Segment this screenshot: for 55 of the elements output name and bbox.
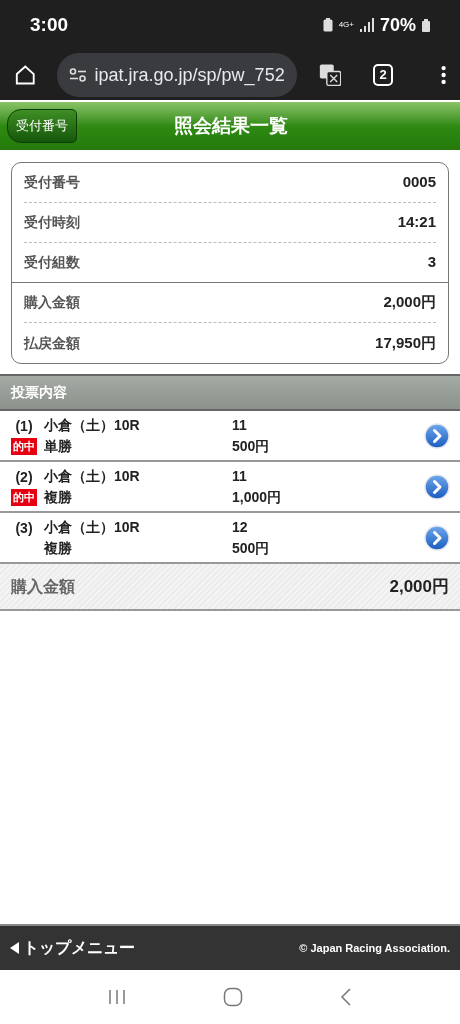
summary-label: 受付組数: [24, 253, 80, 272]
home-nav-icon[interactable]: [223, 987, 243, 1007]
status-time: 3:00: [30, 12, 69, 37]
page-title: 照会結果一覧: [174, 113, 288, 138]
bet-number: (2): [15, 468, 33, 487]
summary-value: 2,000円: [383, 292, 436, 313]
chevron-right-icon[interactable]: [424, 524, 450, 551]
signal-icon: [359, 18, 374, 32]
hit-badge: 的中: [11, 489, 37, 506]
summary-value: 3: [427, 252, 436, 273]
recent-apps-icon[interactable]: [108, 989, 127, 1005]
url-text[interactable]: ipat.jra.go.jp/sp/pw_752: [94, 61, 285, 89]
horse-number: 11: [232, 466, 248, 486]
network-type: 4G+: [338, 21, 354, 29]
back-button[interactable]: 受付番号: [7, 109, 77, 143]
bet-amount: 500円: [232, 538, 271, 558]
summary-label: 払戻金額: [24, 333, 80, 353]
back-nav-icon[interactable]: [339, 988, 352, 1006]
tab-count-button[interactable]: 2: [373, 64, 393, 86]
site-settings-icon[interactable]: [68, 68, 87, 82]
race-name: 小倉（土）10R: [44, 517, 141, 537]
bet-number: (1): [15, 417, 33, 436]
summary-label: 受付時刻: [24, 213, 80, 232]
summary-value: 0005: [402, 172, 436, 193]
top-menu-link[interactable]: トップメニュー: [10, 936, 135, 960]
translate-icon[interactable]: [318, 62, 342, 88]
bet-row[interactable]: (1) 的中 小倉（土）10R 単勝 11 500円: [0, 411, 460, 462]
race-name: 小倉（土）10R: [44, 415, 141, 435]
total-label: 購入金額: [11, 576, 75, 597]
summary-label: 受付番号: [24, 173, 80, 192]
battery-saver-icon: [322, 18, 333, 32]
bet-type: 複勝: [44, 538, 73, 558]
horse-number: 12: [232, 517, 249, 537]
summary-value: 17,950円: [375, 332, 436, 353]
bet-number: (3): [15, 519, 33, 538]
summary-value: 14:21: [397, 212, 436, 233]
section-header: 投票内容: [0, 374, 460, 411]
triangle-left-icon: [10, 942, 19, 954]
total-value: 2,000円: [389, 575, 449, 598]
summary-label: 購入金額: [24, 293, 80, 312]
address-bar[interactable]: ipat.jra.go.jp/sp/pw_752: [56, 53, 297, 97]
hit-badge: 的中: [11, 438, 37, 455]
bet-type: 単勝: [44, 436, 73, 456]
bet-row[interactable]: (2) 的中 小倉（土）10R 複勝 11 1,000円: [0, 462, 460, 513]
bet-amount: 1,000円: [232, 487, 283, 507]
chevron-right-icon[interactable]: [424, 473, 450, 500]
more-menu-icon[interactable]: [440, 64, 446, 86]
bet-type: 複勝: [44, 487, 73, 507]
chevron-right-icon[interactable]: [424, 422, 450, 449]
race-name: 小倉（土）10R: [44, 466, 141, 486]
horse-number: 11: [232, 415, 248, 435]
copyright-text: © Japan Racing Association.: [299, 940, 450, 956]
battery-level: 70%: [379, 13, 416, 37]
battery-icon: [422, 18, 430, 32]
bet-amount: 500円: [232, 436, 271, 456]
